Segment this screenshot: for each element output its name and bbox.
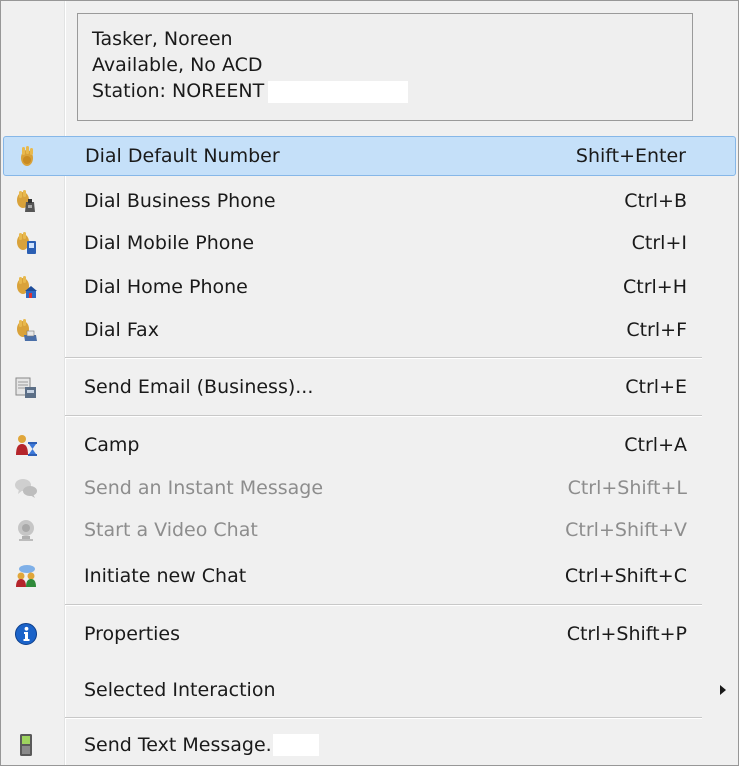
- menu-item-shortcut: Ctrl+I: [631, 232, 687, 254]
- menu-item-label: Camp: [84, 434, 140, 456]
- menu-item-dial-business-phone[interactable]: Dial Business Phone Ctrl+B: [1, 181, 738, 221]
- menu-item-label: Dial Home Phone: [84, 276, 248, 298]
- menu-item-label: Initiate new Chat: [84, 565, 247, 587]
- instant-message-icon: [14, 476, 38, 500]
- menu-item-label: Send Email (Business)...: [84, 376, 314, 398]
- menu-item-label: Dial Default Number: [85, 145, 280, 167]
- dial-home-icon: [14, 275, 38, 299]
- menu-item-shortcut: Ctrl+Shift+L: [567, 477, 687, 499]
- camp-icon: [14, 433, 38, 457]
- menu-item-start-video-chat[interactable]: Start a Video Chat Ctrl+Shift+V: [1, 510, 738, 550]
- menu-item-shortcut: Ctrl+Shift+P: [566, 623, 687, 645]
- menu-item-shortcut: Ctrl+H: [622, 276, 687, 298]
- redacted-mask: [268, 80, 409, 103]
- menu-item-send-instant-message[interactable]: Send an Instant Message Ctrl+Shift+L: [1, 468, 738, 508]
- text-message-icon: [14, 733, 38, 757]
- menu-separator: [65, 357, 702, 359]
- redacted-mask: [273, 734, 319, 756]
- contact-status: Available, No ACD: [92, 54, 263, 76]
- contact-info-header: Tasker, Noreen Available, No ACD Station…: [77, 13, 693, 121]
- menu-item-dial-mobile-phone[interactable]: Dial Mobile Phone Ctrl+I: [1, 223, 738, 263]
- menu-item-shortcut: Ctrl+Shift+V: [565, 519, 687, 541]
- contact-station: Station: NOREENT: [92, 80, 265, 102]
- chat-icon: [14, 564, 38, 588]
- menu-item-shortcut: Ctrl+B: [624, 190, 687, 212]
- menu-item-shortcut: Ctrl+E: [625, 376, 687, 398]
- menu-item-label: Dial Fax: [84, 319, 159, 341]
- menu-item-shortcut: Ctrl+F: [626, 319, 687, 341]
- contact-station-row: Station: NOREENT: [92, 78, 678, 104]
- dial-default-icon: [15, 144, 39, 168]
- menu-item-send-text-message[interactable]: Send Text Message...: [1, 725, 738, 765]
- menu-item-shortcut: Shift+Enter: [575, 145, 686, 167]
- menu-item-label: Selected Interaction: [84, 679, 276, 701]
- menu-item-properties[interactable]: Properties Ctrl+Shift+P: [1, 614, 738, 654]
- menu-item-label: Start a Video Chat: [84, 519, 258, 541]
- menu-item-label: Send an Instant Message: [84, 477, 324, 499]
- menu-separator: [65, 717, 702, 719]
- email-icon: [14, 375, 38, 399]
- menu-item-send-email-business[interactable]: Send Email (Business)... Ctrl+E: [1, 367, 738, 407]
- info-icon: [14, 622, 38, 646]
- menu-item-camp[interactable]: Camp Ctrl+A: [1, 425, 738, 465]
- menu-item-dial-default-number[interactable]: Dial Default Number Shift+Enter: [3, 136, 736, 176]
- contact-name: Tasker, Noreen: [92, 28, 233, 50]
- menu-item-label: Properties: [84, 623, 181, 645]
- dial-fax-icon: [14, 318, 38, 342]
- menu-item-selected-interaction[interactable]: Selected Interaction: [1, 670, 738, 710]
- menu-item-dial-fax[interactable]: Dial Fax Ctrl+F: [1, 310, 738, 350]
- submenu-arrow-icon: [720, 685, 726, 695]
- dial-business-icon: [14, 189, 38, 213]
- video-chat-icon: [14, 518, 38, 542]
- menu-item-label: Dial Business Phone: [84, 190, 276, 212]
- menu-item-initiate-new-chat[interactable]: Initiate new Chat Ctrl+Shift+C: [1, 556, 738, 596]
- menu-item-shortcut: Ctrl+Shift+C: [564, 565, 687, 587]
- menu-item-label: Send Text Message...: [84, 734, 284, 756]
- menu-item-shortcut: Ctrl+A: [624, 434, 687, 456]
- menu-separator: [65, 604, 702, 606]
- menu-item-label: Dial Mobile Phone: [84, 232, 255, 254]
- dial-mobile-icon: [14, 231, 38, 255]
- menu-item-dial-home-phone[interactable]: Dial Home Phone Ctrl+H: [1, 267, 738, 307]
- menu-separator: [65, 415, 702, 417]
- context-menu: Tasker, Noreen Available, No ACD Station…: [0, 0, 739, 766]
